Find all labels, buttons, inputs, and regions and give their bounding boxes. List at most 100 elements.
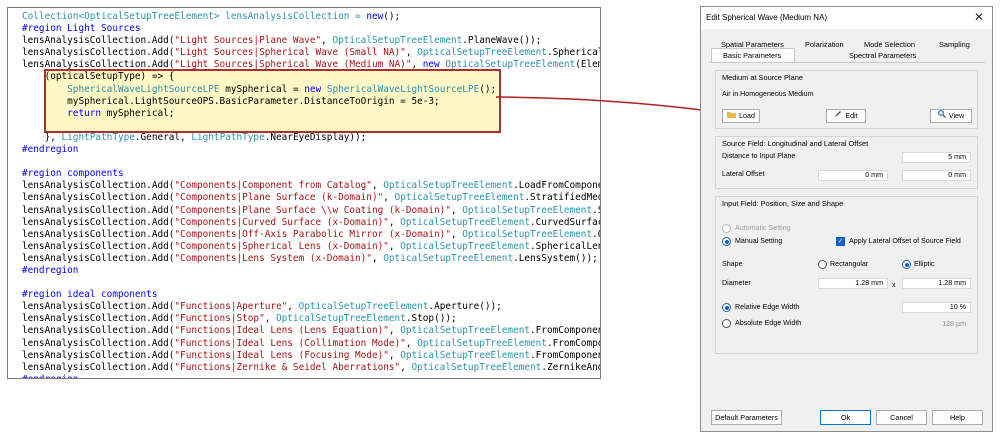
tab-polarization[interactable]: Polarization	[805, 40, 844, 49]
relative-edge-field[interactable]: 10 %	[902, 302, 971, 313]
automatic-setting-radio	[722, 224, 731, 233]
code-token: .FromComponentCa	[530, 325, 600, 337]
source-field-group: Source Field: Longitudinal and Lateral O…	[715, 136, 978, 189]
code-line: lensAnalysisCollection.Add("Functions|St…	[22, 313, 600, 325]
code-token: (Element	[575, 59, 600, 71]
input-field-group: Input Field: Position, Size and Shape Au…	[715, 196, 978, 354]
code-token: lensAnalysisCollection.Add(	[22, 204, 175, 216]
diameter-y-field[interactable]: 1.28 mm	[902, 278, 971, 289]
code-token: .FromComponen	[546, 337, 600, 349]
code-line: Collection<OpticalSetupTreeElement> lens…	[22, 11, 600, 23]
distance-field[interactable]: 5 mm	[902, 152, 971, 163]
code-token: ,	[388, 349, 401, 361]
code-token: mySpherical =	[219, 83, 305, 95]
code-line: lensAnalysisCollection.Add("Components|C…	[22, 216, 600, 229]
magnifier-icon	[937, 110, 946, 122]
code-line: #endregion	[22, 374, 600, 378]
code-token: lensAnalysisCollection.Add(	[22, 349, 175, 361]
diameter-label: Diameter	[722, 279, 751, 287]
apply-offset-checkbox[interactable]: ✓	[836, 237, 845, 246]
apply-offset-label[interactable]: Apply Lateral Offset of Source Field	[849, 237, 961, 245]
elliptic-label[interactable]: Elliptic	[914, 260, 935, 268]
lateral-offset-x-field[interactable]: 0 mm	[818, 170, 888, 181]
tab-sampling[interactable]: Sampling	[939, 40, 970, 49]
absolute-edge-radio[interactable]	[722, 319, 731, 328]
code-token: lensAnalysisCollection.Add(	[22, 180, 175, 192]
code-token: LightPathType	[191, 131, 265, 143]
tab-divider	[710, 62, 985, 63]
code-line: mySpherical.LightSourceOPS.BasicParamete…	[22, 95, 600, 108]
tab-mode-selection[interactable]: Mode Selection	[864, 40, 915, 49]
tab-spectral-parameters[interactable]: Spectral Parameters	[849, 51, 916, 60]
absolute-edge-label[interactable]: Absolute Edge Width	[735, 319, 801, 327]
code-token: OpticalSetupTreeElement	[445, 59, 576, 71]
code-token: OpticalSetupTreeElement	[276, 313, 406, 325]
code-token: lensAnalysisCollection.Add(	[22, 228, 175, 240]
absolute-edge-field: 128 µm	[902, 319, 971, 330]
code-token: ,	[264, 313, 277, 325]
code-token: OpticalSetupTreeElement	[400, 216, 531, 228]
medium-group-title: Medium at Source Plane	[722, 73, 803, 82]
code-token: .SphericalLens(	[530, 240, 600, 252]
ok-button[interactable]: Ok	[820, 410, 871, 425]
rectangular-radio[interactable]	[818, 260, 827, 269]
code-token: SphericalWaveLightSourceLPE	[326, 83, 480, 95]
code-token: OpticalSetupTreeElement	[84, 11, 214, 22]
code-token: .PlaneWave());	[462, 35, 542, 47]
code-token: mySpherical;	[101, 107, 175, 119]
manual-setting-label[interactable]: Manual Setting	[735, 237, 782, 245]
lateral-offset-y-field[interactable]: 0 mm	[902, 170, 971, 181]
code-token: OpticalSetupTreeElement	[332, 35, 463, 47]
code-token: "Components|Off-Axis Parabolic Mirror (x…	[174, 228, 451, 240]
code-line: return mySpherical;	[22, 107, 600, 120]
code-token: ,	[371, 180, 384, 192]
manual-setting-radio[interactable]	[722, 237, 731, 246]
default-parameters-button[interactable]: Default Parameters	[711, 410, 782, 425]
code-token: mySpherical.LightSourceOPS.BasicParamete…	[22, 95, 440, 107]
code-token: ,	[405, 337, 418, 349]
help-button[interactable]: Help	[932, 410, 983, 425]
code-token: lensAnalysisCollection.Add(	[22, 59, 175, 71]
code-token: "Components|Component from Catalog"	[174, 180, 372, 192]
code-line: #region components	[22, 168, 600, 180]
edit-button[interactable]: Edit	[826, 109, 866, 123]
code-token: "Functions|Ideal Lens (Collimation Mode)…	[174, 337, 406, 349]
code-token: new	[304, 83, 322, 95]
code-line: #endregion	[22, 265, 600, 277]
code-token: OpticalSetupTreeElement	[394, 192, 525, 204]
diameter-x-field[interactable]: 1.28 mm	[818, 278, 888, 289]
code-editor-panel[interactable]: Collection<OpticalSetupTreeElement> lens…	[7, 7, 601, 379]
code-token: #region	[22, 289, 62, 301]
input-group-title: Input Field: Position, Size and Shape	[722, 199, 844, 208]
elliptic-radio[interactable]	[902, 260, 911, 269]
cancel-button[interactable]: Cancel	[876, 410, 927, 425]
close-icon[interactable]: ✕	[972, 10, 986, 24]
rectangular-label[interactable]: Rectangular	[830, 260, 868, 268]
load-button[interactable]: Load	[722, 109, 760, 123]
code-token: OpticalSetupTreeElement	[383, 252, 514, 264]
tab-basic-parameters-label[interactable]: Basic Parameters	[723, 51, 781, 60]
code-token: LightPathType	[61, 131, 135, 143]
relative-edge-radio[interactable]	[722, 303, 731, 312]
code-token: .LoadFromComponent(	[513, 180, 600, 192]
code-token: lensAnalysisCollection.Add(	[22, 325, 175, 337]
view-button[interactable]: View	[930, 109, 972, 123]
code-token: "Components|Plane Surface \\w Coating (k…	[174, 204, 451, 216]
code-line: lensAnalysisCollection.Add("Functions|Ap…	[22, 301, 600, 313]
code-token: > lensAnalysisCollection =	[213, 11, 367, 22]
code-token: lensAnalysisCollection.Add(	[22, 192, 175, 204]
code-token: ideal components	[61, 289, 158, 301]
code-token: lensAnalysisCollection.Add(	[22, 301, 175, 313]
code-line: lensAnalysisCollection.Add("Components|P…	[22, 192, 600, 204]
code-token: "Components|Curved Surface (x-Domain)"	[174, 216, 389, 228]
code-token: ,	[388, 240, 401, 252]
dialog-title: Edit Spherical Wave (Medium NA)	[706, 13, 828, 22]
code-line: lensAnalysisCollection.Add("Components|S…	[22, 240, 600, 253]
medium-value: Air in Homogeneous Medium	[722, 90, 814, 98]
code-token: #region	[22, 23, 62, 35]
relative-edge-label[interactable]: Relative Edge Width	[735, 303, 799, 311]
code-line: lensAnalysisCollection.Add("Light Source…	[22, 59, 600, 71]
